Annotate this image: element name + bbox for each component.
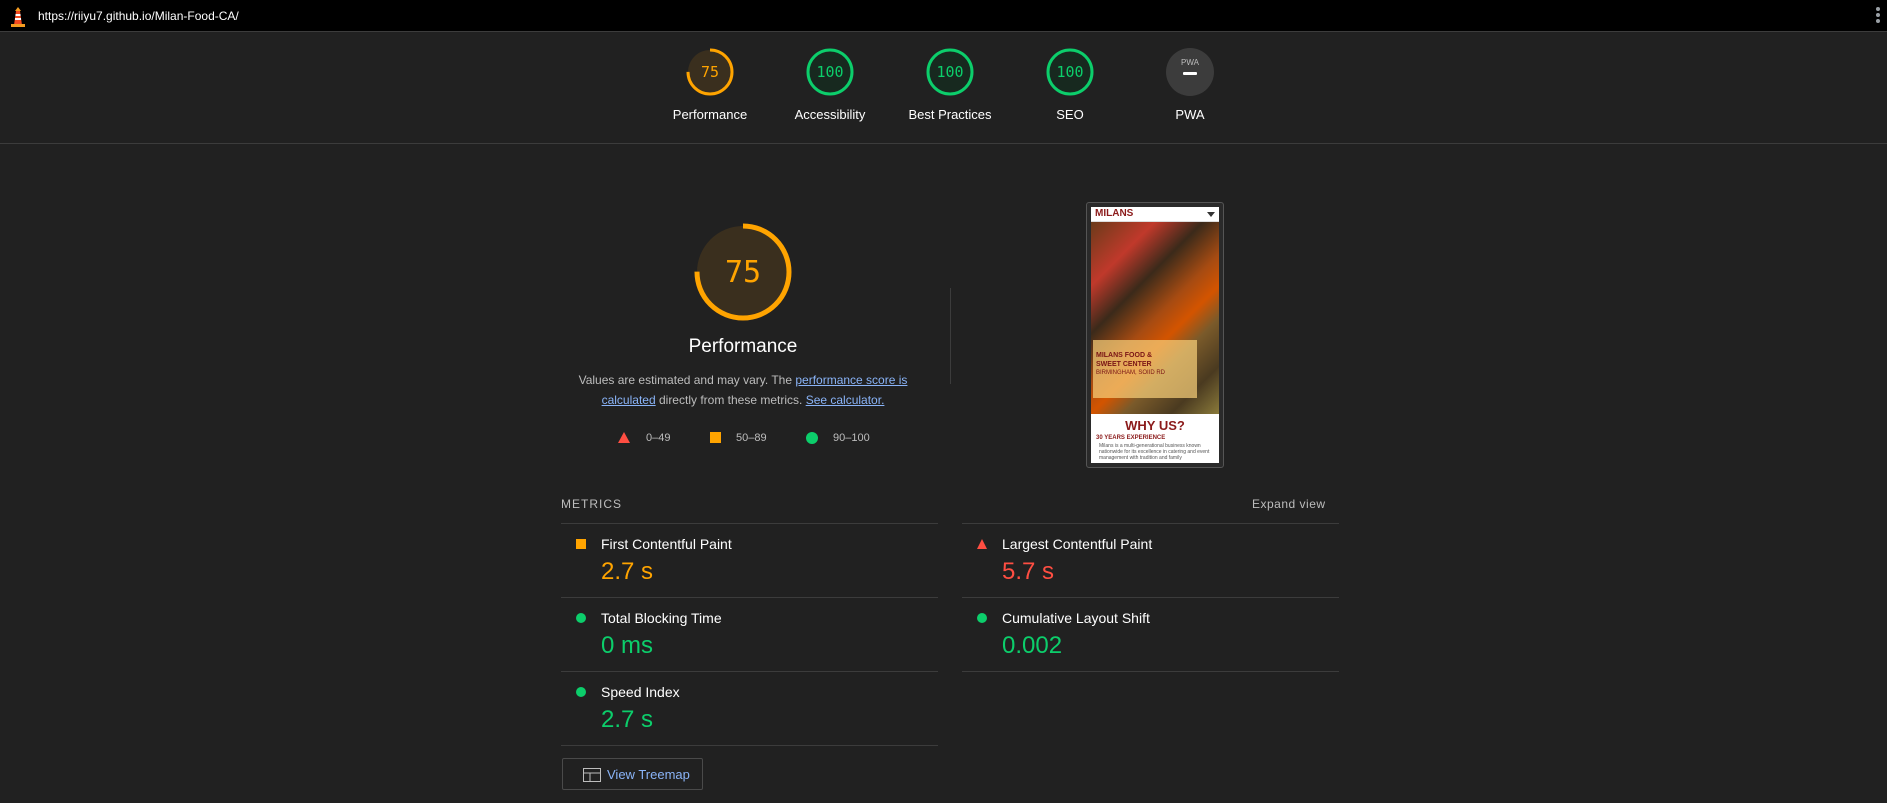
expand-view-toggle[interactable]: Expand view: [1252, 497, 1326, 511]
metric-label: Speed Index: [601, 684, 680, 700]
pass-circle-icon: [576, 687, 586, 697]
screenshot-body: Milans is a multi-generational business …: [1099, 443, 1210, 461]
performance-big-gauge-icon: 75: [694, 223, 792, 321]
menu-caret-icon: [1207, 212, 1215, 217]
metric-value: 0.002: [1002, 632, 1063, 659]
gauge-best-practices[interactable]: 100 Best Practices: [890, 47, 1010, 122]
gauge-label: SEO: [1056, 107, 1084, 122]
metrics-divider: [561, 745, 938, 746]
metric-cls: Cumulative Layout Shift 0.002: [962, 597, 1339, 671]
view-treemap-label: View Treemap: [607, 767, 690, 782]
performance-score: 75: [725, 255, 761, 290]
metric-value: 0 ms: [601, 632, 654, 659]
performance-summary: 75 Performance Values are estimated and …: [560, 222, 926, 410]
metric-tbt: Total Blocking Time 0 ms: [561, 597, 938, 671]
legend-average: 50–89: [736, 432, 767, 444]
legend-fail: 0–49: [646, 432, 671, 444]
gauge-label: Performance: [672, 107, 748, 122]
best-practices-gauge-icon: 100: [926, 48, 974, 96]
more-options-icon[interactable]: [1876, 7, 1881, 25]
gauge-label: Accessibility: [794, 107, 866, 122]
performance-title: Performance: [688, 336, 798, 357]
spices-image: MILANS FOOD & SWEET CENTER BIRMINGHAM, S…: [1091, 222, 1219, 414]
metric-value: 2.7 s: [601, 558, 654, 585]
gauge-score: 100: [1056, 63, 1083, 81]
metric-label: Largest Contentful Paint: [1002, 536, 1153, 552]
view-treemap-button[interactable]: View Treemap: [562, 758, 703, 790]
desc-text: Values are estimated and may vary. The: [578, 373, 796, 387]
screenshot-brand: MILANS: [1095, 208, 1134, 219]
screenshot-hero-card: MILANS FOOD & SWEET CENTER BIRMINGHAM, S…: [1093, 340, 1197, 398]
gauge-score: 100: [816, 63, 843, 81]
fail-triangle-icon: [618, 432, 630, 443]
gauge-accessibility[interactable]: 100 Accessibility: [770, 47, 890, 122]
hero-line: SWEET CENTER: [1096, 361, 1152, 368]
metric-label: Cumulative Layout Shift: [1002, 610, 1150, 626]
desc-text: directly from these metrics.: [655, 393, 806, 407]
metric-label: Total Blocking Time: [601, 610, 722, 626]
screenshot-header: MILANS: [1091, 207, 1219, 222]
gauge-seo[interactable]: 100 SEO: [1010, 47, 1130, 122]
screenshot-heading: WHY US?: [1125, 418, 1185, 433]
gauge-score: 100: [936, 63, 963, 81]
gauge-pwa[interactable]: PWA PWA: [1130, 47, 1250, 122]
metric-label: First Contentful Paint: [601, 536, 732, 552]
legend-pass: 90–100: [833, 432, 870, 444]
screenshot-frame: MILANS MILANS FOOD & SWEET CENTER BIRMIN…: [1091, 207, 1219, 463]
metrics-header: METRICS: [561, 497, 622, 511]
accessibility-gauge-icon: 100: [806, 48, 854, 96]
pwa-badge-icon: PWA: [1166, 48, 1214, 96]
gauge-label: PWA: [1175, 107, 1205, 122]
average-square-icon: [576, 539, 586, 549]
metric-lcp: Largest Contentful Paint 5.7 s: [962, 523, 1339, 597]
page-url[interactable]: https://riiyu7.github.io/Milan-Food-CA/: [38, 9, 239, 23]
pass-circle-icon: [977, 613, 987, 623]
metrics-divider: [962, 671, 1339, 672]
hero-address: BIRMINGHAM, SOIID RD: [1096, 370, 1166, 376]
hero-line: MILANS FOOD &: [1096, 352, 1152, 359]
average-square-icon: [710, 432, 721, 443]
gauge-performance[interactable]: 75 Performance: [650, 47, 770, 122]
metric-fcp: First Contentful Paint 2.7 s: [561, 523, 938, 597]
performance-gauge-icon: 75: [686, 48, 734, 96]
lighthouse-logo-icon: [11, 7, 25, 27]
fail-triangle-icon: [977, 539, 987, 549]
score-gauges: 75 Performance 100 Accessibility 100 Bes…: [0, 32, 1887, 144]
seo-gauge-icon: 100: [1046, 48, 1094, 96]
metric-value: 5.7 s: [1002, 558, 1055, 585]
performance-description: Values are estimated and may vary. The p…: [560, 370, 926, 410]
final-screenshot[interactable]: MILANS MILANS FOOD & SWEET CENTER BIRMIN…: [1086, 202, 1224, 468]
metric-value: 2.7 s: [601, 706, 654, 733]
url-bar: https://riiyu7.github.io/Milan-Food-CA/: [0, 0, 1887, 32]
pwa-badge-text: PWA: [1181, 58, 1200, 67]
pass-circle-icon: [806, 432, 818, 444]
metric-speed-index: Speed Index 2.7 s: [561, 671, 938, 745]
gauge-label: Best Practices: [908, 107, 992, 122]
vertical-divider: [950, 288, 951, 384]
treemap-icon: [583, 768, 601, 782]
see-calculator-link[interactable]: See calculator.: [806, 393, 885, 407]
pass-circle-icon: [576, 613, 586, 623]
gauge-score: 75: [701, 63, 719, 81]
